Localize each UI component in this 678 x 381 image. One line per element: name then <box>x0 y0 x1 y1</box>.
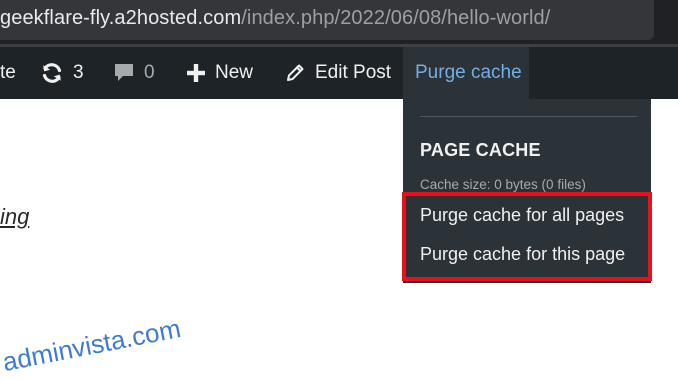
comments-count: 0 <box>144 62 155 83</box>
updates-count: 3 <box>73 62 84 83</box>
address-bar[interactable]: geekflare-fly.a2hosted.com/index.php/202… <box>0 0 654 40</box>
cache-size-info: Cache size: 0 bytes (0 files) <box>420 177 586 192</box>
admin-bar-edit-post[interactable]: Edit Post <box>284 47 391 99</box>
edit-post-label: Edit Post <box>315 62 392 83</box>
admin-bar-new[interactable]: New <box>186 47 253 99</box>
admin-bar-comments[interactable]: 0 <box>113 47 155 99</box>
wp-admin-bar: te 3 0 New Edit Post Purge cache <box>0 47 678 99</box>
url-path: /index.php/2022/06/08/hello-world/ <box>241 7 551 29</box>
admin-bar-purge-cache[interactable]: Purge cache <box>403 47 529 99</box>
pencil-icon <box>284 62 306 84</box>
url-text[interactable]: geekflare-fly.a2hosted.com/index.php/202… <box>0 7 550 30</box>
update-icon <box>40 61 64 85</box>
admin-bar-updates[interactable]: 3 <box>40 47 84 99</box>
plus-icon <box>186 63 206 83</box>
new-label: New <box>215 62 254 83</box>
comment-icon <box>113 61 135 85</box>
admin-bar-site-name[interactable]: te <box>0 47 16 99</box>
browser-toolbar: geekflare-fly.a2hosted.com/index.php/202… <box>0 0 678 44</box>
url-host: geekflare-fly.a2hosted.com <box>0 7 242 29</box>
watermark-text: adminvista.com <box>0 313 184 378</box>
highlight-box <box>402 192 652 281</box>
purge-cache-label: Purge cache <box>415 62 522 83</box>
page-cache-heading: PAGE CACHE <box>420 140 541 160</box>
content-link[interactable]: ing <box>0 204 29 230</box>
menu-divider <box>420 116 637 117</box>
site-name-label: te <box>0 62 16 83</box>
